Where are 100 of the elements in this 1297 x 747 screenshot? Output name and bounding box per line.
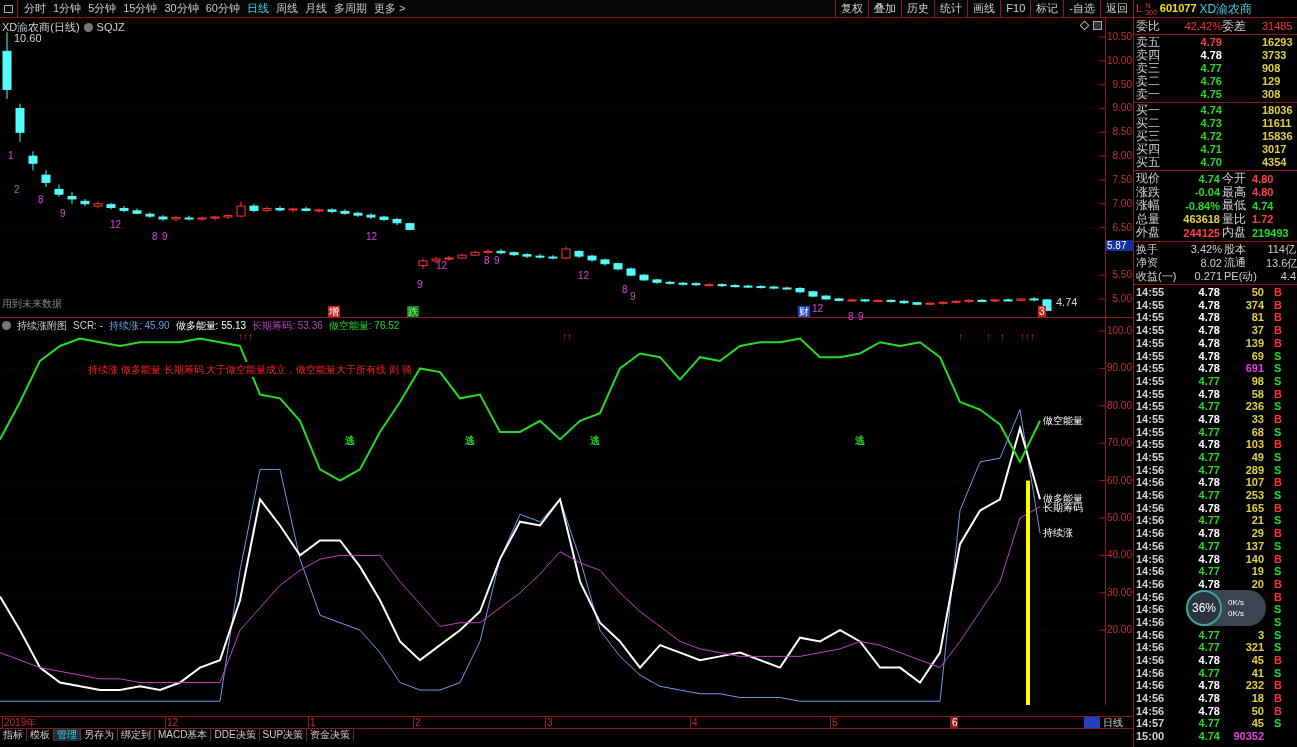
candlestick (496, 248, 506, 255)
bar-count-label: 12 (436, 261, 448, 271)
order-volume: 129 (1261, 74, 1281, 90)
escape-signal: 逃 (590, 436, 600, 446)
indicator-axis-label: 70.00 (1106, 438, 1132, 449)
order-volume: 4354 (1261, 155, 1287, 171)
tick-time: 14:56 (1136, 551, 1166, 567)
period-label: 日线 (1102, 717, 1124, 728)
stat-label: 总量 (1136, 212, 1161, 226)
tick-volume: 107 (1244, 475, 1264, 491)
stat-label: PE(动) (1223, 269, 1258, 283)
toolbar-button[interactable]: -自选 (1063, 0, 1100, 18)
event-tag[interactable]: 3 (1038, 306, 1046, 317)
legend-value: 做空能量: 76.52 (328, 319, 400, 333)
price-axis-label: 8.50 (1112, 127, 1132, 138)
stat-label: 内盘 (1222, 226, 1247, 240)
indicator-tab[interactable]: SUP决策 (259, 729, 308, 741)
toolbar-button[interactable]: F10 (1000, 0, 1031, 18)
stat-label: 涨幅 (1136, 199, 1161, 213)
order-price: 4.75 (1199, 87, 1222, 103)
indicator-note: 持续涨 做多能量 长期筹码 大于做空能量成立，做空能量大于所有线 则 骑 (88, 362, 412, 377)
stat-label: 股本 (1223, 242, 1247, 256)
order-price: 4.72 (1199, 129, 1222, 145)
order-level-label: 卖一 (1136, 88, 1161, 101)
window-icon[interactable] (1093, 21, 1102, 30)
period-tab[interactable]: 周线 (276, 0, 298, 17)
bar-count-label: 1 (8, 151, 14, 161)
order-volume: 3017 (1261, 142, 1287, 158)
order-volume: 18036 (1261, 103, 1293, 119)
time-axis-label: 5 (830, 717, 838, 728)
candlestick (15, 103, 25, 143)
stat-value: 0.271 (1193, 269, 1222, 284)
tick-time: 14:55 (1136, 310, 1166, 326)
tick-price: 4.78 (1197, 551, 1220, 567)
stat-value: 1.72 (1251, 212, 1274, 227)
tick-price: 4.78 (1197, 475, 1220, 491)
indicator-tab[interactable]: 另存为 (81, 729, 118, 741)
tick-price: 4.77 (1197, 513, 1220, 529)
period-tab[interactable]: 15分钟 (123, 0, 158, 17)
period-tab[interactable]: 分时 (24, 0, 46, 17)
bar-count-label: 8 (484, 256, 490, 266)
period-tab[interactable]: 1分钟 (53, 0, 82, 17)
stat-value: 4.80 (1251, 185, 1274, 200)
order-price: 4.76 (1199, 74, 1222, 90)
tick-volume: 321 (1244, 640, 1264, 656)
tick-price: 4.77 (1197, 716, 1220, 732)
toolbar-button[interactable]: 返回 (1100, 0, 1133, 18)
toolbar-button[interactable]: 叠加 (868, 0, 902, 18)
stat-label: 最低 (1222, 199, 1247, 213)
panel-toggle-icon[interactable] (4, 4, 13, 13)
toolbar-button[interactable]: 历史 (901, 0, 935, 18)
event-tag[interactable]: 跌 (407, 306, 419, 317)
toolbar-button[interactable]: 复权 (835, 0, 869, 18)
period-tab[interactable]: 多周期 (334, 0, 367, 17)
tick-side: S (1273, 716, 1282, 732)
stat-value: -0.04 (1193, 185, 1220, 200)
tick-side: B (1273, 475, 1282, 491)
event-tag[interactable]: 增 (328, 306, 340, 317)
tick-side: B (1273, 551, 1282, 567)
candlestick (67, 191, 77, 205)
tick-price: 4.74 (1197, 729, 1220, 745)
tick-time: 15:00 (1136, 729, 1166, 745)
buy-arrow: ↑ (986, 332, 991, 342)
indicator-tab[interactable]: 资金决策 (307, 729, 355, 741)
period-tab[interactable]: 5分钟 (88, 0, 117, 17)
event-tag[interactable]: 财 (798, 306, 810, 317)
tick-time: 14:56 (1136, 678, 1166, 694)
tick-time: 14:56 (1136, 513, 1166, 529)
period-tab[interactable]: 60分钟 (205, 0, 240, 17)
indicator-tab[interactable]: 绑定到 (118, 729, 155, 741)
stat-value: 4.4 (1279, 269, 1296, 284)
tick-volume: 21 (1250, 513, 1264, 529)
tick-side: B (1273, 589, 1282, 605)
indicator-tab[interactable]: 指标 (0, 729, 27, 741)
dropdown-icon[interactable] (83, 22, 93, 32)
indicator-name: SQJZ (96, 20, 125, 35)
tick-side: S (1273, 424, 1282, 440)
tick-price: 4.78 (1197, 678, 1220, 694)
toolbar-button[interactable]: 标记 (1030, 0, 1064, 18)
market-label: L (1136, 1, 1143, 17)
stat-label: 今开 (1222, 172, 1247, 186)
stat-value: 463618 (1182, 212, 1220, 227)
tick-volume: 68 (1250, 424, 1264, 440)
period-tab[interactable]: 30分钟 (164, 0, 199, 17)
indicator-axis-label: 90.00 (1106, 363, 1132, 374)
bar-count-label: 8 (622, 285, 628, 295)
period-tab[interactable]: 日线 (247, 0, 269, 17)
legend-value: 长期筹码: 53.36 (252, 319, 323, 333)
indicator-tab[interactable]: DDE决策 (211, 729, 260, 741)
period-tab[interactable]: 更多 > (374, 0, 406, 17)
toolbar-button[interactable]: 统计 (934, 0, 968, 18)
indicator-tab[interactable]: MACD基本 (155, 729, 212, 741)
candlestick (964, 298, 974, 304)
period-tab[interactable]: 月线 (305, 0, 327, 17)
dropdown-icon[interactable] (2, 321, 11, 330)
indicator-tab[interactable]: 管理 (54, 729, 81, 741)
tick-volume: 81 (1250, 310, 1264, 326)
time-axis-label: 12 (165, 717, 179, 728)
toolbar-button[interactable]: 画线 (967, 0, 1001, 18)
bar-count-label: 12 (812, 304, 824, 314)
